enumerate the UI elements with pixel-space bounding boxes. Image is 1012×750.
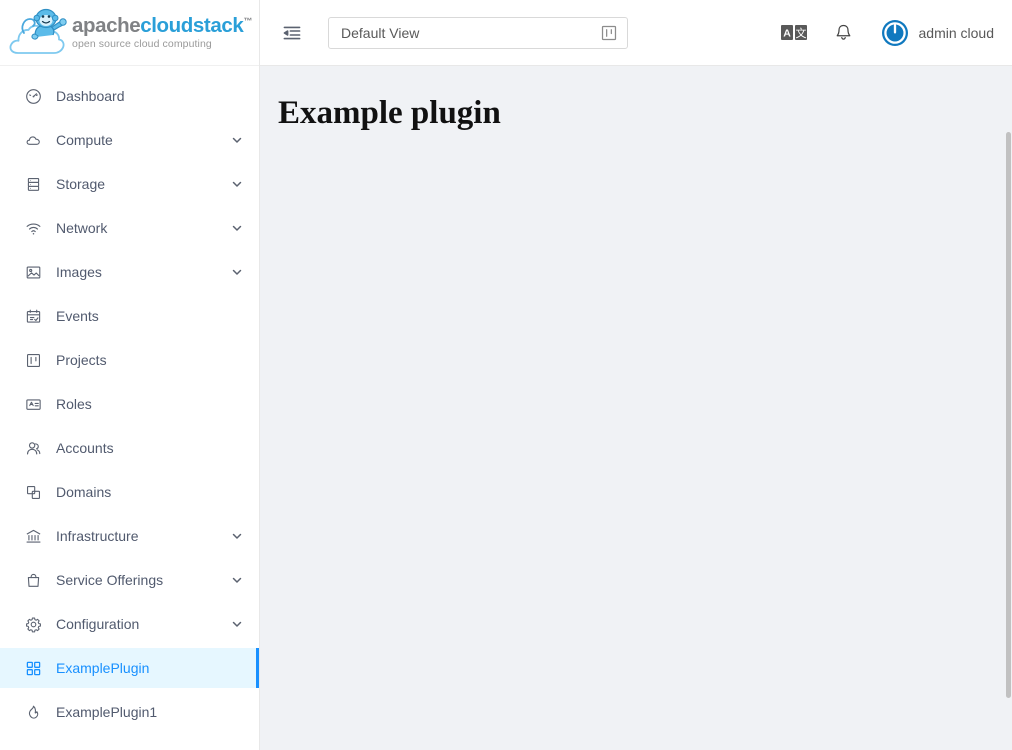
top-header: Default View A 文 admin cloud [260,0,1012,66]
sidebar-menu: Dashboard Compute Storage Network Images… [0,66,259,732]
vertical-scrollbar[interactable] [1006,132,1012,750]
chevron-down-icon [231,618,243,630]
project-icon[interactable] [600,24,618,42]
sidebar-item-label: Roles [56,396,92,412]
page-title: Example plugin [278,95,501,131]
bank-icon [24,527,42,545]
sidebar-item-label: Configuration [56,616,140,632]
sidebar-item-label: Storage [56,176,106,192]
sidebar-item-label: Images [56,264,102,280]
database-icon [24,175,42,193]
sidebar-item-service-offerings[interactable]: Service Offerings [0,560,259,600]
cloudstack-monkey-cloud-logo-icon [8,7,70,59]
app-root: apachecloudstack™ open source cloud comp… [0,0,1012,750]
header-actions: A 文 admin cloud [779,18,995,48]
sidebar-item-exampleplugin[interactable]: ExamplePlugin [0,648,259,688]
content-area: Example plugin [260,66,1012,750]
fire-icon [24,703,42,721]
sidebar-item-label: Service Offerings [56,572,164,588]
sidebar: apachecloudstack™ open source cloud comp… [0,0,260,750]
appstore-grid-icon [24,659,42,677]
sidebar-item-exampleplugin1[interactable]: ExamplePlugin1 [0,692,259,732]
sidebar-item-label: Dashboard [56,88,125,104]
team-icon [24,439,42,457]
chevron-down-icon [231,574,243,586]
brand-title-cloudstack: cloudstack [140,13,244,37]
menu-fold-button[interactable] [278,19,306,47]
id-card-icon [24,395,42,413]
chevron-down-icon [231,134,243,146]
brand-title-apache: apache [72,13,141,37]
main-region: Default View A 文 admin cloud Example plu… [260,0,1012,750]
wifi-icon [24,219,42,237]
calendar-check-icon [24,307,42,325]
avatar [881,19,909,47]
brand-trademark: ™ [243,15,252,26]
sidebar-item-events[interactable]: Events [0,296,259,336]
chevron-down-icon [231,266,243,278]
sidebar-item-infrastructure[interactable]: Infrastructure [0,516,259,556]
sidebar-item-label: Projects [56,352,107,368]
chevron-down-icon [231,178,243,190]
sidebar-item-label: ExamplePlugin1 [56,704,158,720]
sidebar-item-network[interactable]: Network [0,208,259,248]
gear-icon [24,615,42,633]
user-name: admin cloud [918,24,995,41]
sidebar-item-projects[interactable]: Projects [0,340,259,380]
block-icon [24,483,42,501]
bell-icon [834,23,853,42]
sidebar-item-label: Accounts [56,440,114,456]
brand-logo[interactable]: apachecloudstack™ open source cloud comp… [0,0,259,66]
dashboard-icon [24,87,42,105]
sidebar-item-label: Domains [56,484,112,500]
menu-fold-icon [282,23,302,43]
sidebar-item-compute[interactable]: Compute [0,120,259,160]
sidebar-item-label: Network [56,220,108,236]
user-menu[interactable]: admin cloud [881,19,995,47]
brand-tagline: open source cloud computing [72,38,212,50]
svg-text:A: A [783,28,791,40]
chevron-down-icon [231,222,243,234]
picture-icon [24,263,42,281]
view-select-value: Default View [341,24,420,41]
sidebar-item-accounts[interactable]: Accounts [0,428,259,468]
brand-text: apachecloudstack™ open source cloud comp… [72,13,252,50]
sidebar-item-label: Events [56,308,99,324]
sidebar-item-configuration[interactable]: Configuration [0,604,259,644]
sidebar-item-label: ExamplePlugin [56,660,150,676]
sidebar-item-domains[interactable]: Domains [0,472,259,512]
sidebar-item-roles[interactable]: Roles [0,384,259,424]
view-select[interactable]: Default View [328,16,628,49]
brand-title: apachecloudstack™ [72,13,252,37]
sidebar-item-images[interactable]: Images [0,252,259,292]
project-icon [24,351,42,369]
sidebar-item-label: Infrastructure [56,528,139,544]
translation-icon: A 文 [780,25,807,40]
translation-button[interactable]: A 文 [779,18,809,48]
cloud-icon [24,131,42,149]
notification-button[interactable] [829,18,859,48]
chevron-down-icon [231,530,243,542]
sidebar-item-dashboard[interactable]: Dashboard [0,76,259,116]
shopping-bag-icon [24,571,42,589]
svg-text:文: 文 [795,26,806,40]
sidebar-item-label: Compute [56,132,113,148]
scrollbar-thumb[interactable] [1006,132,1011,698]
sidebar-item-storage[interactable]: Storage [0,164,259,204]
